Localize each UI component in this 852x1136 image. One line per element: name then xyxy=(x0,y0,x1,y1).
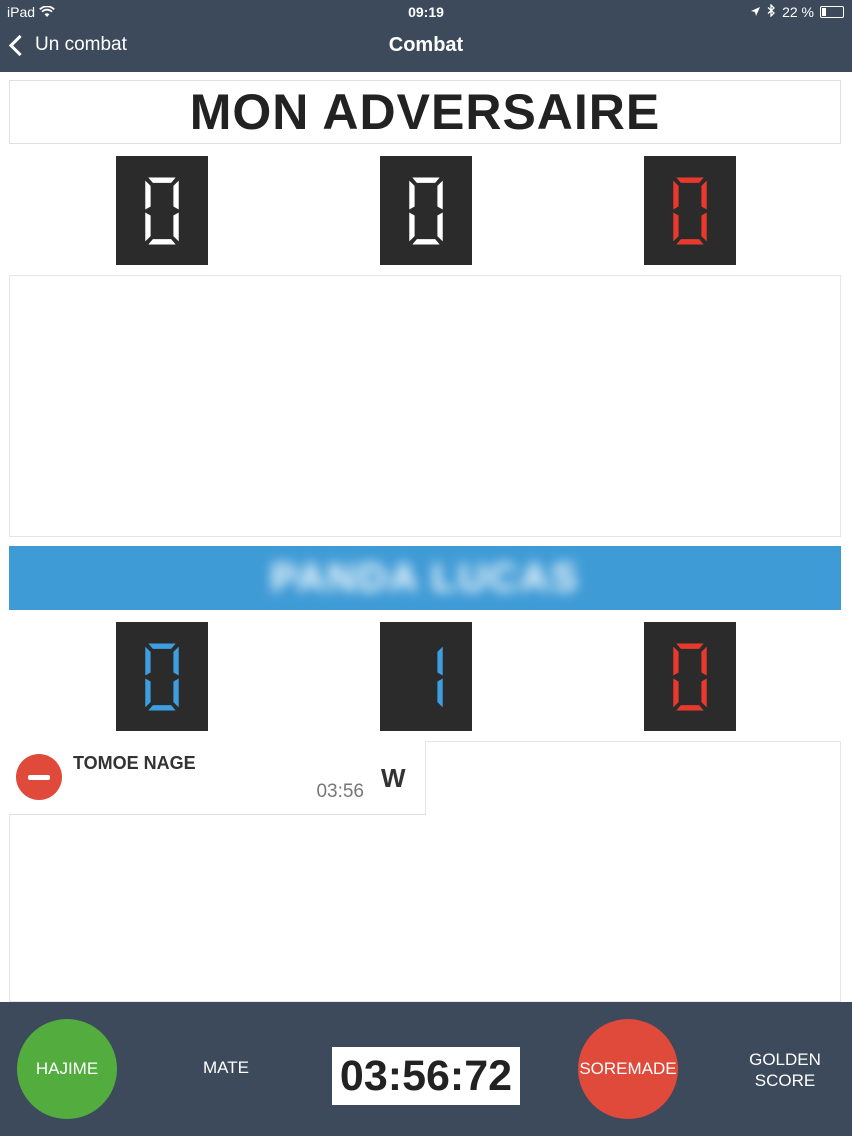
event-code: W xyxy=(381,763,406,793)
segment-c xyxy=(701,212,707,241)
seven-segment-digit xyxy=(409,177,443,244)
player-name: PANDA LUCAS xyxy=(270,555,580,600)
segment-c xyxy=(437,212,443,241)
status-time: 09:19 xyxy=(408,4,444,20)
segment-b xyxy=(173,646,179,675)
segment-a xyxy=(148,643,176,649)
segment-c xyxy=(437,678,443,707)
segment-c xyxy=(173,678,179,707)
minus-circle-icon[interactable] xyxy=(16,754,62,800)
event-time: 03:56 xyxy=(316,781,364,802)
bluetooth-icon xyxy=(767,3,776,20)
segment-b xyxy=(701,646,707,675)
player-name-box: PANDA LUCAS xyxy=(9,546,841,610)
segment-e xyxy=(145,212,151,241)
player-score-shido[interactable] xyxy=(644,622,736,731)
segment-d xyxy=(412,238,440,244)
golden-score-line-1: GOLDEN xyxy=(749,1050,821,1069)
status-right: 22 % xyxy=(750,3,844,20)
match-timer: 03:56:72 xyxy=(332,1047,520,1105)
mate-button[interactable]: MATE xyxy=(176,1058,276,1078)
segment-d xyxy=(676,704,704,710)
hajime-button[interactable]: HAJIME xyxy=(17,1019,117,1119)
segment-f xyxy=(673,646,679,675)
seven-segment-digit xyxy=(145,177,179,244)
player-score-ippon[interactable] xyxy=(116,622,208,731)
page-title: Combat xyxy=(388,34,464,56)
segment-a xyxy=(676,177,704,183)
segment-a xyxy=(676,643,704,649)
segment-d xyxy=(676,238,704,244)
segment-f xyxy=(145,180,151,209)
segment-b xyxy=(437,646,443,675)
opponent-name-box: MON ADVERSAIRE xyxy=(9,80,841,144)
seven-segment-digit xyxy=(437,646,443,707)
opponent-score-wazaari[interactable] xyxy=(380,156,472,265)
location-arrow-icon xyxy=(750,4,761,20)
segment-a xyxy=(412,177,440,183)
battery-icon xyxy=(820,6,844,18)
opponent-score-shido[interactable] xyxy=(644,156,736,265)
control-bar: HAJIME MATE 03:56:72 SOREMADE GOLDEN SCO… xyxy=(0,1002,852,1136)
seven-segment-digit xyxy=(145,643,179,710)
seven-segment-digit xyxy=(673,177,707,244)
segment-b xyxy=(701,180,707,209)
seven-segment-digit xyxy=(673,643,707,710)
segment-c xyxy=(701,678,707,707)
opponent-name: MON ADVERSAIRE xyxy=(189,84,661,140)
event-name: TOMOE NAGE xyxy=(73,753,196,773)
segment-e xyxy=(673,678,679,707)
soremade-button[interactable]: SOREMADE xyxy=(578,1019,678,1119)
segment-c xyxy=(173,212,179,241)
segment-f xyxy=(673,180,679,209)
navigation-bar: iPad 09:19 22 % Un combat Combat xyxy=(0,0,852,72)
player-score-wazaari[interactable] xyxy=(380,622,472,731)
segment-b xyxy=(437,180,443,209)
opponent-score-ippon[interactable] xyxy=(116,156,208,265)
combat-view: MON ADVERSAIRE PANDA LUCAS TOMOE NAGE 03… xyxy=(0,72,852,1002)
golden-score-line-2: SCORE xyxy=(754,1071,816,1090)
segment-e xyxy=(409,212,415,241)
segment-d xyxy=(148,238,176,244)
golden-score-button[interactable]: GOLDEN SCORE xyxy=(725,1049,845,1091)
segment-a xyxy=(148,177,176,183)
segment-e xyxy=(145,678,151,707)
list-item[interactable]: TOMOE NAGE 03:56 W xyxy=(9,741,426,815)
segment-f xyxy=(145,646,151,675)
segment-e xyxy=(673,212,679,241)
battery-label: 22 % xyxy=(782,4,814,20)
segment-f xyxy=(409,180,415,209)
segment-b xyxy=(173,180,179,209)
opponent-events-panel xyxy=(9,275,841,537)
segment-d xyxy=(148,704,176,710)
